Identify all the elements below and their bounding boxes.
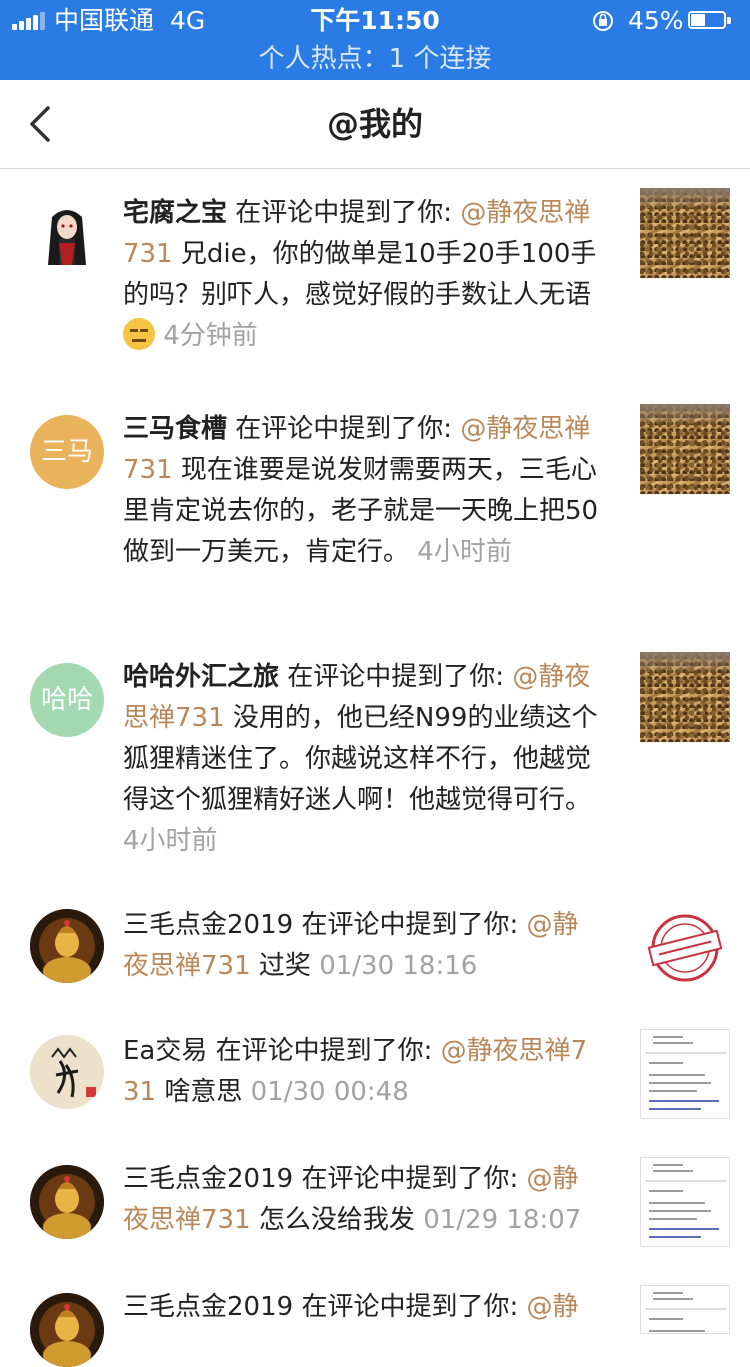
- avatar[interactable]: [30, 1293, 104, 1367]
- post-thumbnail[interactable]: [640, 903, 730, 993]
- comment-text: 现在谁要是说发财需要两天，三毛心里肯定说去你的，老子就是一天晚上把50做到一万美…: [123, 455, 599, 567]
- post-thumbnail[interactable]: [640, 652, 730, 742]
- username[interactable]: Ea交易: [123, 1036, 207, 1066]
- mention-text: Ea交易 在评论中提到了你: @静夜思禅731 啥意思 01/30 00:48: [123, 1031, 603, 1113]
- username[interactable]: 三马食槽: [123, 414, 227, 444]
- avatar-initials: 哈哈: [40, 685, 93, 715]
- username[interactable]: 宅腐之宝: [123, 198, 227, 228]
- comment-text: 兄die，你的做单是10手20手100手的吗？别吓人，感觉好假的手数让人无语: [123, 239, 597, 310]
- stamp-icon: [647, 914, 723, 982]
- buddha-avatar-icon: [30, 909, 104, 983]
- mention-text: 三毛点金2019 在评论中提到了你: @静: [123, 1287, 603, 1328]
- timestamp: 01/29 18:07: [423, 1205, 582, 1235]
- username[interactable]: 哈哈外汇之旅: [123, 662, 279, 692]
- username[interactable]: 三毛点金2019: [123, 1292, 293, 1322]
- action-text: 在评论中提到了你:: [215, 1036, 433, 1066]
- nav-bar: @我的: [0, 80, 750, 169]
- page-title: @我的: [326, 105, 423, 143]
- calligraphy-avatar-icon: [30, 1035, 104, 1109]
- username[interactable]: 三毛点金2019: [123, 910, 293, 940]
- expressionless-face-emoji: [123, 318, 155, 350]
- username[interactable]: 三毛点金2019: [123, 1164, 293, 1194]
- timestamp: 4小时前: [123, 826, 218, 856]
- mention-text: 哈哈外汇之旅 在评论中提到了你: @静夜思禅731 没用的，他已经N99的业绩这…: [123, 657, 603, 862]
- avatar[interactable]: 哈哈: [30, 663, 104, 737]
- avatar[interactable]: 三马: [30, 415, 104, 489]
- post-thumbnail[interactable]: [640, 1157, 730, 1247]
- action-text: 在评论中提到了你:: [301, 1292, 519, 1322]
- list-item[interactable]: 哈哈 哈哈外汇之旅 在评论中提到了你: @静夜思禅731 没用的，他已经N99的…: [0, 635, 750, 885]
- timestamp: 01/30 00:48: [250, 1077, 409, 1107]
- list-item[interactable]: 三毛点金2019 在评论中提到了你: @静夜思禅731 怎么没给我发 01/29…: [0, 1141, 750, 1269]
- mention-link[interactable]: @静: [526, 1292, 578, 1322]
- buddha-avatar-icon: [30, 1293, 104, 1367]
- action-text: 在评论中提到了你:: [287, 662, 505, 692]
- buddha-avatar-icon: [30, 1165, 104, 1239]
- rotation-lock-icon: [593, 11, 613, 31]
- post-thumbnail[interactable]: [640, 1029, 730, 1119]
- timestamp: 4小时前: [417, 537, 512, 567]
- post-thumbnail[interactable]: [640, 1285, 730, 1334]
- list-item[interactable]: 三马 三马食槽 在评论中提到了你: @静夜思禅731 现在谁要是说发财需要两天，…: [0, 387, 750, 637]
- anime-girl-avatar-icon: [48, 210, 86, 265]
- avatar[interactable]: [30, 1165, 104, 1239]
- battery-icon: [688, 11, 734, 31]
- post-thumbnail[interactable]: [640, 188, 730, 278]
- mention-text: 宅腐之宝 在评论中提到了你: @静夜思禅731 兄die，你的做单是10手20手…: [123, 193, 603, 357]
- timestamp: 01/30 18:16: [319, 951, 478, 981]
- mention-text: 三马食槽 在评论中提到了你: @静夜思禅731 现在谁要是说发财需要两天，三毛心…: [123, 409, 603, 573]
- avatar[interactable]: [30, 1035, 104, 1109]
- hotspot-banner[interactable]: 个人热点：1 个连接: [0, 40, 750, 78]
- avatar[interactable]: [30, 199, 104, 273]
- list-item[interactable]: 三毛点金2019 在评论中提到了你: @静: [0, 1269, 750, 1367]
- action-text: 在评论中提到了你:: [235, 414, 453, 444]
- avatar-initials: 三马: [40, 437, 93, 467]
- action-text: 在评论中提到了你:: [301, 910, 519, 940]
- status-bar: 中国联通 4G 下午11:50 45% 个人热点：1 个连接: [0, 0, 750, 80]
- mention-text: 三毛点金2019 在评论中提到了你: @静夜思禅731 怎么没给我发 01/29…: [123, 1159, 603, 1241]
- comment-text: 怎么没给我发: [258, 1205, 415, 1235]
- post-thumbnail[interactable]: [640, 404, 730, 494]
- avatar[interactable]: [30, 909, 104, 983]
- battery-percent: 45%: [628, 6, 684, 35]
- comment-text: 过奖: [258, 951, 311, 981]
- action-text: 在评论中提到了你:: [235, 198, 453, 228]
- list-item[interactable]: Ea交易 在评论中提到了你: @静夜思禅731 啥意思 01/30 00:48: [0, 1013, 750, 1141]
- list-item[interactable]: 三毛点金2019 在评论中提到了你: @静夜思禅731 过奖 01/30 18:…: [0, 885, 750, 1013]
- comment-text: 啥意思: [164, 1077, 243, 1107]
- timestamp: 4分钟前: [163, 321, 258, 351]
- action-text: 在评论中提到了你:: [301, 1164, 519, 1194]
- list-item[interactable]: 宅腐之宝 在评论中提到了你: @静夜思禅731 兄die，你的做单是10手20手…: [0, 169, 750, 389]
- mention-text: 三毛点金2019 在评论中提到了你: @静夜思禅731 过奖 01/30 18:…: [123, 905, 603, 987]
